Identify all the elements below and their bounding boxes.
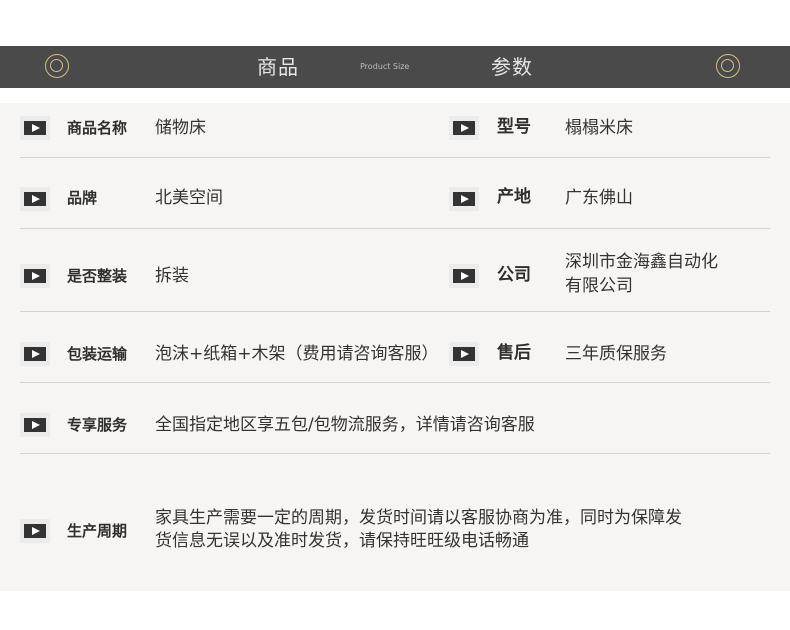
row-divider	[20, 382, 770, 383]
play-arrow-icon	[449, 187, 479, 211]
spec-label-after-sales: 售后	[497, 343, 531, 363]
play-arrow-icon	[20, 519, 50, 543]
play-arrow-icon	[449, 264, 479, 288]
spec-value-production-cycle-line2: 货信息无误以及准时发货，请保持旺旺级电话畅通	[155, 531, 529, 551]
ring-ornament-icon	[45, 54, 69, 78]
header-title-left: 商品	[257, 55, 299, 79]
spec-value-production-cycle-line1: 家具生产需要一定的周期，发货时间请以客服协商为准，同时为保障发	[155, 508, 682, 528]
spec-value-product-name: 储物床	[155, 118, 206, 138]
spec-value-model: 榻榻米床	[565, 118, 633, 138]
spec-label-production-cycle: 生产周期	[67, 522, 128, 540]
play-arrow-icon	[449, 116, 479, 140]
play-arrow-icon	[20, 413, 50, 437]
spec-panel: 商品名称 储物床 型号 榻榻米床 品牌 北美空间 产地 广东佛山 是否整装 拆装…	[0, 103, 790, 591]
spec-value-after-sales: 三年质保服务	[565, 344, 667, 364]
header-banner: 商品 Product Size 参数	[0, 46, 790, 88]
row-divider	[20, 228, 770, 229]
header-title-right: 参数	[491, 55, 533, 79]
spec-value-exclusive-service: 全国指定地区享五包/包物流服务，详情请咨询客服	[155, 415, 535, 435]
header-subtitle: Product Size	[360, 62, 410, 71]
spec-label-product-name: 商品名称	[67, 119, 128, 137]
spec-label-company: 公司	[497, 265, 531, 285]
ring-ornament-icon	[716, 54, 740, 78]
row-divider	[20, 157, 770, 158]
play-arrow-icon	[20, 264, 50, 288]
row-divider	[20, 453, 770, 454]
spec-label-assembled: 是否整装	[67, 267, 128, 285]
play-arrow-icon	[20, 187, 50, 211]
spec-label-origin: 产地	[497, 187, 531, 207]
spec-value-packaging: 泡沫+纸箱+木架（费用请咨询客服）	[155, 344, 439, 364]
play-arrow-icon	[20, 342, 50, 366]
spec-value-company-line1: 深圳市金海鑫自动化	[565, 252, 718, 272]
spec-value-assembled: 拆装	[155, 266, 189, 286]
row-divider	[20, 311, 770, 312]
spec-value-origin: 广东佛山	[565, 188, 633, 208]
play-arrow-icon	[449, 342, 479, 366]
spec-value-company-line2: 有限公司	[565, 276, 633, 296]
spec-label-model: 型号	[497, 117, 531, 137]
spec-label-brand: 品牌	[67, 189, 98, 207]
spec-value-brand: 北美空间	[155, 188, 223, 208]
spec-label-exclusive-service: 专享服务	[67, 416, 128, 434]
spec-label-packaging: 包装运输	[67, 345, 128, 363]
play-arrow-icon	[20, 116, 50, 140]
